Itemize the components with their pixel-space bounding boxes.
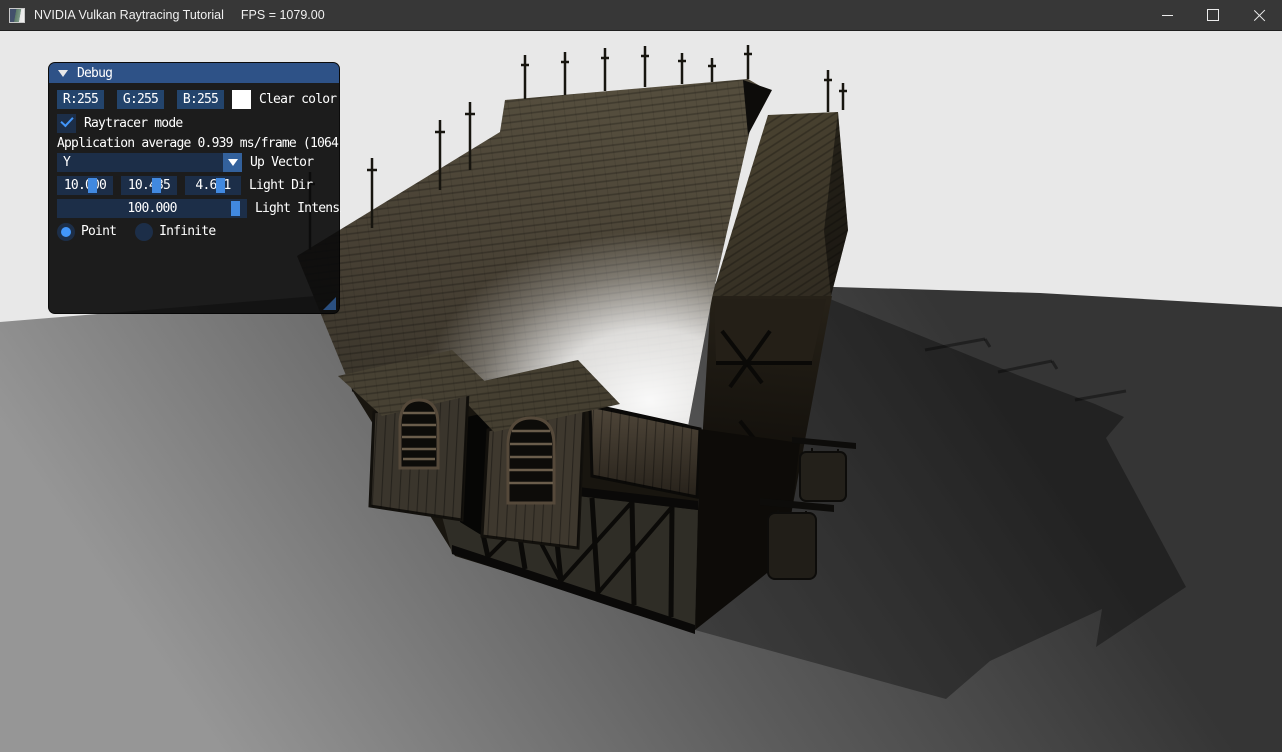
up-vector-combo[interactable]: Y	[57, 153, 242, 172]
panel-title: Debug	[77, 66, 112, 81]
clear-color-label: Clear color	[259, 90, 336, 109]
red-channel-button[interactable]: R:255	[57, 90, 104, 109]
minimize-button[interactable]	[1144, 0, 1190, 31]
app-icon	[9, 8, 25, 23]
raytracer-mode-label: Raytracer mode	[84, 114, 182, 133]
debug-panel-header[interactable]: Debug	[49, 63, 339, 83]
checkmark-icon	[60, 114, 73, 128]
minimize-icon	[1162, 15, 1173, 16]
light-type-infinite-label: Infinite	[159, 222, 215, 241]
lantern-lower	[768, 513, 816, 579]
render-viewport[interactable]: Debug R:255 G:255 B:255 Clear color Rayt…	[0, 31, 1282, 752]
light-dir-x-slider[interactable]: 10.000	[57, 176, 113, 195]
collapse-arrow-icon[interactable]	[58, 70, 68, 77]
window-title: NVIDIA Vulkan Raytracing Tutorial	[34, 8, 224, 22]
light-intensity-label: Light Intensity	[255, 199, 341, 218]
maximize-icon	[1207, 9, 1219, 21]
lantern-upper	[800, 452, 846, 501]
chevron-down-icon	[228, 159, 238, 166]
debug-panel[interactable]: Debug R:255 G:255 B:255 Clear color Rayt…	[48, 62, 340, 314]
light-dir-z-slider[interactable]: 4.681	[185, 176, 241, 195]
fps-counter: FPS = 1079.00	[241, 8, 325, 22]
clear-color-swatch[interactable]	[232, 90, 251, 109]
up-vector-label: Up Vector	[250, 153, 313, 172]
light-intensity-slider[interactable]: 100.000	[57, 199, 247, 218]
close-button[interactable]	[1236, 0, 1282, 31]
green-channel-button[interactable]: G:255	[117, 90, 164, 109]
up-vector-value: Y	[63, 153, 70, 172]
radio-dot	[61, 227, 71, 237]
slider-grab[interactable]	[231, 201, 240, 216]
slider-grab[interactable]	[216, 178, 225, 193]
app-window: NVIDIA Vulkan Raytracing Tutorial FPS = …	[0, 0, 1282, 752]
light-dir-y-slider[interactable]: 10.435	[121, 176, 177, 195]
light-type-point-radio[interactable]	[57, 223, 75, 241]
light-type-infinite-radio[interactable]	[135, 223, 153, 241]
blue-channel-button[interactable]: B:255	[177, 90, 224, 109]
slider-grab[interactable]	[88, 178, 97, 193]
light-dir-label: Light Dir	[249, 176, 312, 195]
slider-grab[interactable]	[152, 178, 161, 193]
combo-arrow-button[interactable]	[223, 153, 242, 172]
raytracer-mode-checkbox[interactable]	[57, 114, 76, 133]
light-type-point-label: Point	[81, 222, 116, 241]
maximize-button[interactable]	[1190, 0, 1236, 31]
panel-resize-grip[interactable]	[323, 297, 336, 310]
close-icon	[1253, 9, 1266, 22]
perf-stats-text: Application average 0.939 ms/frame (1064	[57, 136, 339, 151]
titlebar[interactable]: NVIDIA Vulkan Raytracing Tutorial FPS = …	[0, 0, 1282, 31]
